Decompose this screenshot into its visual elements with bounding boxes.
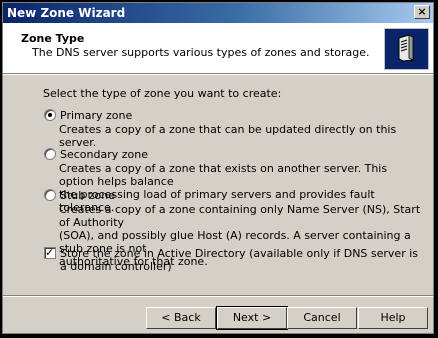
zone-type-prompt: Select the type of zone you want to crea… [43, 87, 282, 100]
primary-zone-label[interactable]: Primary zone [60, 109, 132, 122]
radio-selected-dot [48, 113, 52, 117]
header-divider [3, 74, 433, 75]
next-button[interactable]: Next > [216, 306, 288, 330]
stub-zone-label[interactable]: Stub zone [60, 189, 115, 202]
wizard-window: New Zone Wizard × Zone Type The DNS serv… [2, 2, 434, 334]
description-line: Creates a copy of a zone that exists on … [59, 162, 388, 188]
description-line: Creates a copy of a zone containing only… [59, 203, 421, 229]
server-tower-icon [398, 34, 414, 62]
page-subtitle: The DNS server supports various types of… [32, 46, 370, 59]
button-separator [3, 295, 433, 297]
server-icon [384, 28, 429, 70]
primary-zone-description: Creates a copy of a zone that can be upd… [59, 123, 424, 149]
wizard-header: Zone Type The DNS server supports variou… [3, 23, 433, 74]
stub-zone-radio[interactable] [44, 189, 56, 201]
page-title: Zone Type [21, 32, 85, 45]
secondary-zone-radio[interactable] [44, 148, 56, 160]
cancel-button[interactable]: Cancel [287, 307, 357, 329]
primary-zone-radio[interactable] [44, 109, 56, 121]
secondary-zone-label[interactable]: Secondary zone [60, 148, 148, 161]
title-bar[interactable]: New Zone Wizard × [3, 3, 433, 23]
close-button[interactable]: × [414, 5, 430, 19]
help-button[interactable]: Help [358, 307, 428, 329]
store-in-ad-label[interactable]: Store the zone in Active Directory (avai… [60, 247, 428, 273]
checkmark-icon: ✓ [45, 246, 55, 259]
back-button[interactable]: < Back [146, 307, 216, 329]
close-icon: × [417, 5, 427, 18]
window-title: New Zone Wizard [7, 6, 126, 20]
description-line: Creates a copy of a zone that can be upd… [59, 123, 397, 149]
store-in-ad-checkbox[interactable]: ✓ [44, 246, 56, 259]
